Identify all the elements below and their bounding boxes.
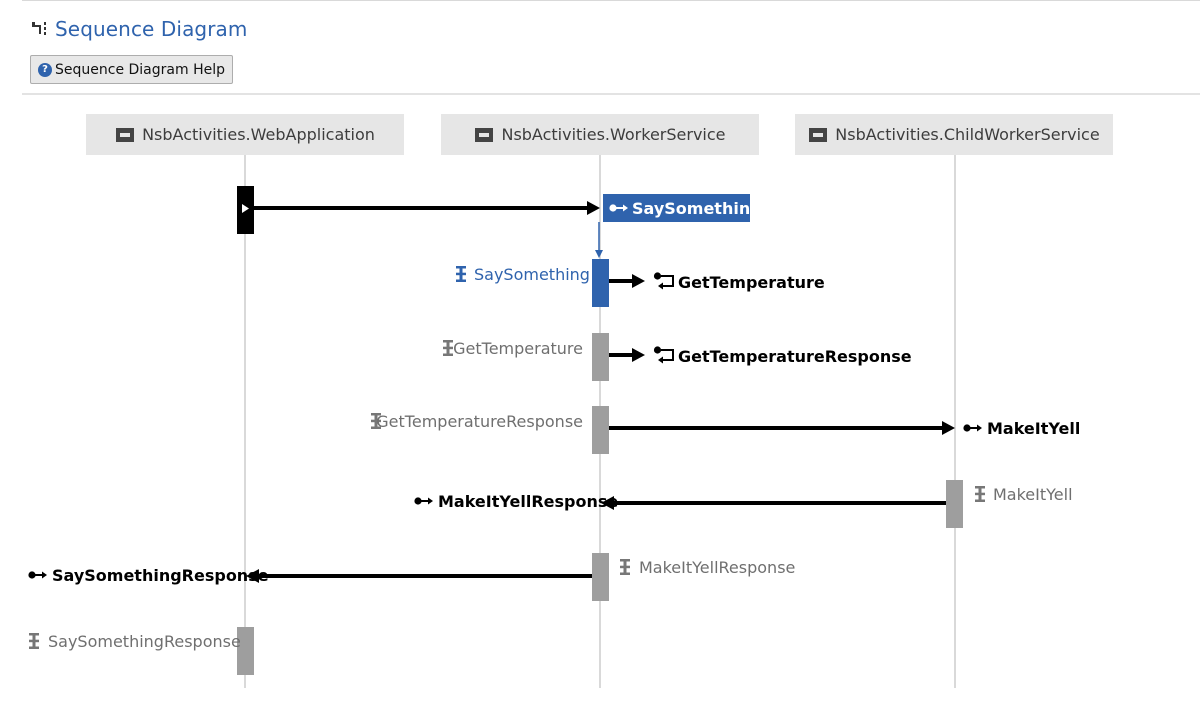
handler-icon — [620, 559, 630, 575]
command-icon — [414, 497, 433, 505]
handler-activation[interactable] — [592, 333, 609, 381]
message-label[interactable]: SaySomethingResponse — [52, 566, 269, 585]
handler-label[interactable]: GetTemperatureResponse — [376, 412, 583, 431]
handler-label[interactable]: SaySomethingResponse — [48, 632, 241, 651]
handler-label[interactable]: MakeItYellResponse — [639, 558, 795, 577]
local-message-icon — [653, 346, 674, 364]
sequence-diagram: SaySomething SaySomething GetTemperature… — [28, 155, 1080, 688]
handler-activation[interactable] — [592, 553, 609, 601]
message-label[interactable]: GetTemperatureResponse — [678, 347, 912, 366]
arrow-head — [632, 348, 645, 362]
handler-label[interactable]: SaySomething — [474, 265, 590, 284]
handler-icon — [29, 633, 39, 649]
message-label[interactable]: MakeItYellResponse — [438, 492, 618, 511]
handler-label[interactable]: GetTemperature — [453, 339, 583, 358]
handler-activation[interactable] — [592, 259, 609, 307]
message-label[interactable]: GetTemperature — [678, 273, 825, 292]
handler-label[interactable]: MakeItYell — [993, 485, 1073, 504]
arrow-head — [942, 421, 955, 435]
handler-icon — [456, 266, 466, 282]
handler-icon — [975, 486, 985, 502]
handler-activation[interactable] — [592, 406, 609, 454]
command-icon — [28, 571, 47, 579]
connector-head — [595, 250, 603, 258]
arrow-head — [587, 201, 600, 215]
local-message-icon — [653, 272, 674, 290]
message-label[interactable]: MakeItYell — [987, 419, 1080, 438]
command-icon — [963, 424, 982, 432]
handler-activation[interactable] — [946, 480, 963, 528]
message-label[interactable]: SaySomething — [632, 199, 762, 218]
handler-icon — [443, 340, 453, 356]
arrow-head — [632, 274, 645, 288]
